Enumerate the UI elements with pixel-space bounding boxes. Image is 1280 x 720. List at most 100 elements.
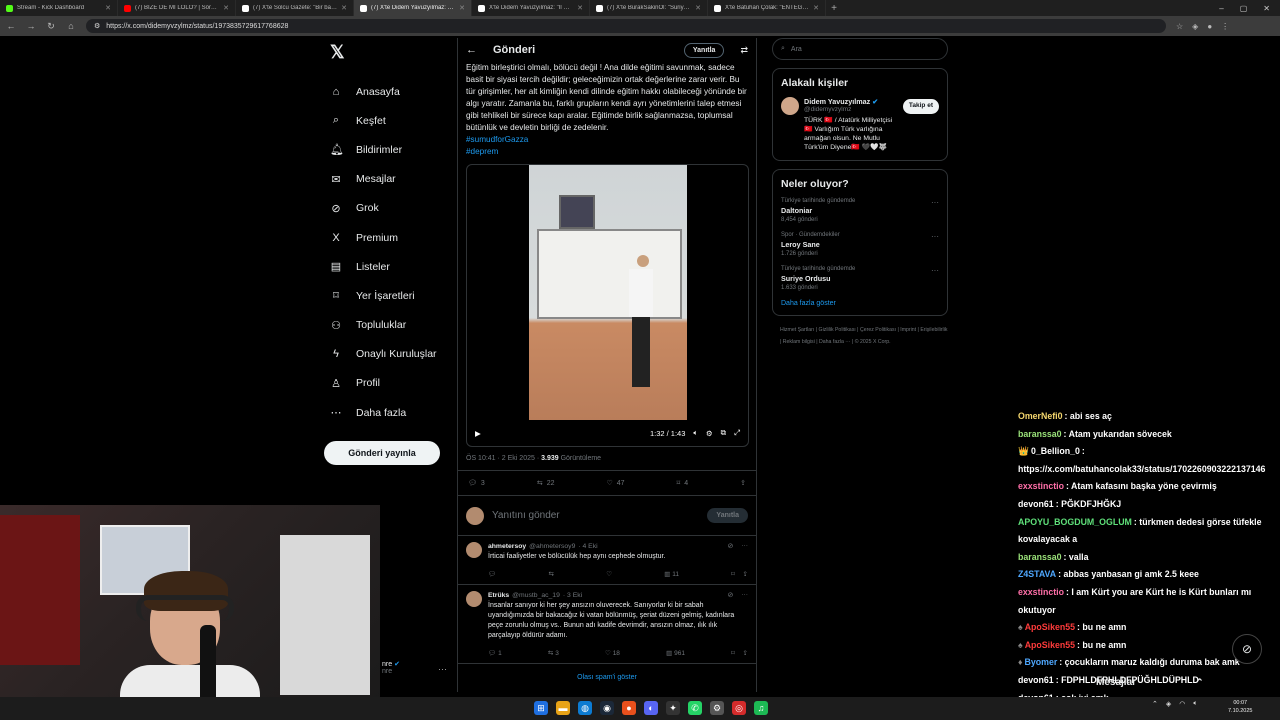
tab-close-icon[interactable]: ✕ <box>695 4 701 12</box>
obs-icon[interactable]: ◎ <box>732 701 746 715</box>
reply-action[interactable]: 💬︎ 3 <box>468 479 485 488</box>
fullscreen-icon[interactable]: ⤢ <box>734 428 740 438</box>
expand-icon[interactable]: ⌃ <box>1196 677 1204 688</box>
chat-username[interactable]: devon61 <box>1018 499 1054 509</box>
tweet-time[interactable]: ÖS 10:41 · 2 Eki 2025 · <box>466 455 539 462</box>
hashtag-link[interactable]: #deprem <box>466 146 748 158</box>
bookmark-icon[interactable]: ⌑ <box>731 570 734 578</box>
chat-username[interactable]: Byomer <box>1025 657 1058 667</box>
nav-item-premium[interactable]: X Premium <box>320 223 450 252</box>
steam-icon[interactable]: ◉ <box>600 701 614 715</box>
chat-username[interactable]: exxstinctio <box>1018 587 1064 597</box>
maximize-icon[interactable]: ▢ <box>1240 4 1248 13</box>
footer-link[interactable]: Gizlilik Politikası <box>819 327 856 333</box>
more-icon[interactable]: ··· <box>931 266 939 291</box>
reply-item[interactable]: Etrüks @mustb_ac_19 · 3 Eki ⊘ ··· İnsanlar sa… <box>458 585 756 664</box>
network-icon[interactable]: ◈ <box>1166 700 1171 708</box>
footer-link[interactable]: Imprint <box>900 327 916 333</box>
reply-author[interactable]: Etrüks <box>488 592 509 599</box>
footer-link[interactable]: Reklam bilgisi <box>783 339 815 345</box>
nav-item-onayl-kurulu-lar[interactable]: ϟ Onaylı Kuruluşlar <box>320 340 450 369</box>
volume-icon[interactable]: 🔈︎ <box>693 428 698 438</box>
footer-link[interactable]: Erişilebilirlik <box>920 327 947 333</box>
bookmark-action[interactable]: ⌑ 4 <box>677 479 689 488</box>
hashtag-link[interactable]: #sumudforGazza <box>466 134 748 146</box>
app-icon[interactable]: ✦ <box>666 701 680 715</box>
taskbar-clock[interactable]: 00:07 7.10.2025 <box>1228 699 1252 715</box>
nav-item-yer-i-aretleri[interactable]: ⌑ Yer İşaretleri <box>320 281 450 310</box>
wifi-icon[interactable]: ◠ <box>1179 700 1185 708</box>
person-item[interactable]: Didem Yavuzyılmaz ✔ @didemyvzylmz TÜRK 🇹… <box>781 97 939 152</box>
heart-action[interactable]: ♡ <box>606 570 612 578</box>
footer-link[interactable]: Çerez Politikası <box>860 327 896 333</box>
close-window-icon[interactable]: ✕ <box>1263 4 1270 13</box>
nav-item-listeler[interactable]: ▤ Listeler <box>320 252 450 281</box>
repost-action[interactable]: ⇆ 22 <box>537 479 555 488</box>
tab-close-icon[interactable]: ✕ <box>459 4 465 12</box>
profile-browser-icon[interactable]: ● <box>1207 22 1212 31</box>
views-action[interactable]: ▥ 961 <box>666 649 685 657</box>
chat-username[interactable]: ApoSiken55 <box>1025 640 1075 650</box>
browser-tab[interactable]: (7) BİZE DE Mİ LOLO? | Sörders | ✕ <box>118 0 236 16</box>
settings-app-icon[interactable]: ⚙ <box>710 701 724 715</box>
speaker-icon[interactable]: 🔈︎ <box>1193 700 1197 708</box>
settings-gear-icon[interactable]: ⚙ <box>706 429 713 438</box>
more-icon[interactable]: ··· <box>741 542 748 550</box>
trend-item[interactable]: Spor · Gündemdekiler Leroy Sane 1.726 gönd… <box>781 232 939 257</box>
more-icon[interactable]: ··· <box>931 198 939 223</box>
messages-drawer[interactable]: Mesajlar ⌃ <box>1090 672 1260 692</box>
account-switcher[interactable]: nre ✔ nre <box>382 660 400 675</box>
repost-action[interactable]: ⇆ <box>549 570 554 578</box>
chat-username[interactable]: devon61 <box>1018 675 1054 685</box>
repost-action[interactable]: ⇆ 3 <box>548 649 559 657</box>
tab-close-icon[interactable]: ✕ <box>223 4 229 12</box>
browser-tab[interactable]: (7) X'te Didem Yavuzyılmaz: "İl Mi ✕ <box>354 0 472 16</box>
trend-item[interactable]: Türkiye tarihinde gündemde Suriye Ordusu 1… <box>781 266 939 291</box>
video-player[interactable]: ▶ 1:32 / 1:43 🔈︎ ⚙ ⧉ ⤢ <box>466 164 749 447</box>
more-icon[interactable]: ··· <box>931 232 939 257</box>
share-icon[interactable]: ⇪ <box>743 649 748 657</box>
settings-icon[interactable]: ⇄ <box>740 45 748 56</box>
bookmark-icon[interactable]: ⌑ <box>731 649 734 657</box>
chat-username[interactable]: OmerNefi0 <box>1018 411 1063 421</box>
menu-icon[interactable]: ⋮ <box>1221 22 1229 31</box>
tab-close-icon[interactable]: ✕ <box>341 4 347 12</box>
edge-icon[interactable]: ◍ <box>578 701 592 715</box>
forward-arrow-icon[interactable]: → <box>26 21 36 31</box>
browser-tab[interactable]: X'te Batuhan Çolak: "ENTEGRASY ✕ <box>708 0 826 16</box>
share-icon[interactable]: ⇪ <box>743 570 748 578</box>
back-icon[interactable]: ← <box>466 44 477 56</box>
footer-link[interactable]: Daha fazla ··· <box>819 339 850 345</box>
browser-tab[interactable]: (7) X'te BurakSakinOl: "Suriye'de ✕ <box>590 0 708 16</box>
browser-tab[interactable]: Stream - Kick Dashboard ✕ <box>0 0 118 16</box>
tab-close-icon[interactable]: ✕ <box>577 4 583 12</box>
nav-item-bildirimler[interactable]: 🔔︎ Bildirimler <box>320 135 450 164</box>
reply-action[interactable]: 💬︎ <box>488 570 496 578</box>
post-button[interactable]: Gönderi yayınla <box>324 441 440 466</box>
tab-close-icon[interactable]: ✕ <box>813 4 819 12</box>
footer-link[interactable]: Hizmet Şartları <box>780 327 814 333</box>
chat-username[interactable]: 0_Bellion_0 <box>1031 446 1080 456</box>
trend-item[interactable]: Türkiye tarihinde gündemde Daltoniar 8,454… <box>781 198 939 223</box>
star-icon[interactable]: ☆ <box>1176 22 1183 31</box>
reply-header-button[interactable]: Yanıtla <box>683 42 725 58</box>
heart-action[interactable]: ♡ 18 <box>605 649 620 657</box>
reply-submit-button[interactable]: Yanıtla <box>707 508 748 523</box>
follow-button[interactable]: Takip et <box>902 99 939 114</box>
chat-username[interactable]: Z4STAVA <box>1018 569 1056 579</box>
whatsapp-icon[interactable]: ✆ <box>688 701 702 715</box>
pip-icon[interactable]: ⧉ <box>721 428 726 438</box>
chat-username[interactable]: ApoSiken55 <box>1025 622 1075 632</box>
extension-icon[interactable]: ◈ <box>1192 22 1198 31</box>
like-action[interactable]: ♡ 47 <box>607 479 625 488</box>
show-more-link[interactable]: Daha fazla göster <box>781 300 939 307</box>
views-action[interactable]: ▥ 11 <box>664 570 679 578</box>
back-arrow-icon[interactable]: ← <box>6 21 16 31</box>
footer-link[interactable]: © 2025 X Corp. <box>855 339 891 345</box>
browser-app-icon[interactable]: ● <box>622 701 636 715</box>
reply-item[interactable]: ahmetersoy @ahmetersoy9 · 4 Eki ⊘ ··· İrticai… <box>458 536 756 585</box>
reply-author[interactable]: ahmetersoy <box>488 543 526 550</box>
nav-item-profil[interactable]: ♙ Profil <box>320 369 450 398</box>
grok-icon[interactable]: ⊘ <box>1232 634 1262 664</box>
chat-username[interactable]: baranssa0 <box>1018 429 1062 439</box>
